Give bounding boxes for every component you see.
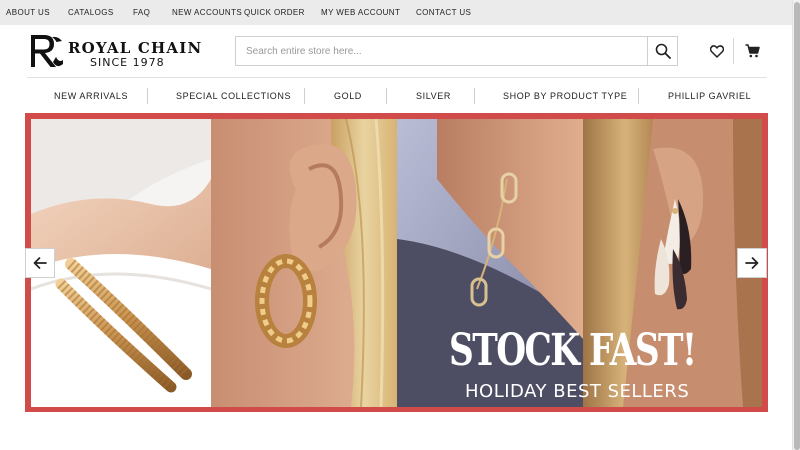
nav-divider xyxy=(638,88,639,104)
nav-divider xyxy=(386,88,387,104)
nav-gold[interactable]: GOLD xyxy=(334,91,362,101)
hero-image: STOCK FAST! HOLIDAY BEST SELLERS xyxy=(31,119,762,407)
slider-next-button[interactable] xyxy=(737,248,767,278)
nav-new-arrivals[interactable]: NEW ARRIVALS xyxy=(54,91,128,101)
arrow-right-icon xyxy=(745,257,759,269)
nav-divider xyxy=(147,88,148,104)
nav-divider xyxy=(474,88,475,104)
royal-chain-logo[interactable]: ROYAL CHAIN SINCE 1978 xyxy=(28,33,201,71)
search-button[interactable] xyxy=(647,37,677,65)
wishlist-button[interactable] xyxy=(707,42,727,60)
hero-banner[interactable]: STOCK FAST! HOLIDAY BEST SELLERS xyxy=(25,113,768,412)
page-scrollbar[interactable] xyxy=(792,0,800,450)
search-icon xyxy=(655,43,671,59)
rc-monogram-icon xyxy=(31,35,63,67)
search-input[interactable] xyxy=(236,37,648,65)
cart-button[interactable] xyxy=(742,42,762,60)
slider-prev-button[interactable] xyxy=(25,248,55,278)
nav-divider xyxy=(304,88,305,104)
new-accounts-link[interactable]: NEW ACCOUNTS xyxy=(172,8,242,17)
catalogs-link[interactable]: CATALOGS xyxy=(68,8,114,17)
hero-headline: STOCK FAST! xyxy=(449,325,697,376)
my-web-account-link[interactable]: MY WEB ACCOUNT xyxy=(321,8,400,17)
brand-since: SINCE 1978 xyxy=(90,56,165,69)
cart-icon xyxy=(745,44,760,58)
nav-silver[interactable]: SILVER xyxy=(416,91,451,101)
arrow-left-icon xyxy=(33,257,47,269)
nav-phillip-gavriel[interactable]: PHILLIP GAVRIEL xyxy=(668,91,751,101)
about-us-link[interactable]: ABOUT US xyxy=(6,8,50,17)
nav-shop-by-product-type[interactable]: SHOP BY PRODUCT TYPE xyxy=(503,91,627,101)
heart-icon xyxy=(710,44,724,58)
hero-subheadline: HOLIDAY BEST SELLERS xyxy=(465,381,690,402)
search-bar xyxy=(235,36,678,66)
quick-order-link[interactable]: QUICK ORDER xyxy=(244,8,305,17)
scrollbar-thumb[interactable] xyxy=(794,2,800,450)
hoop-earring-photo xyxy=(211,119,397,407)
header-divider xyxy=(733,38,734,64)
contact-us-link[interactable]: CONTACT US xyxy=(416,8,471,17)
brand-name: ROYAL CHAIN xyxy=(68,39,203,57)
faq-link[interactable]: FAQ xyxy=(133,8,150,17)
nav-special-collections[interactable]: SPECIAL COLLECTIONS xyxy=(176,91,291,101)
bangle-photo xyxy=(31,119,211,407)
top-utility-bar: ABOUT US CATALOGS FAQ NEW ACCOUNTS QUICK… xyxy=(0,0,792,25)
header-separator xyxy=(27,77,767,78)
